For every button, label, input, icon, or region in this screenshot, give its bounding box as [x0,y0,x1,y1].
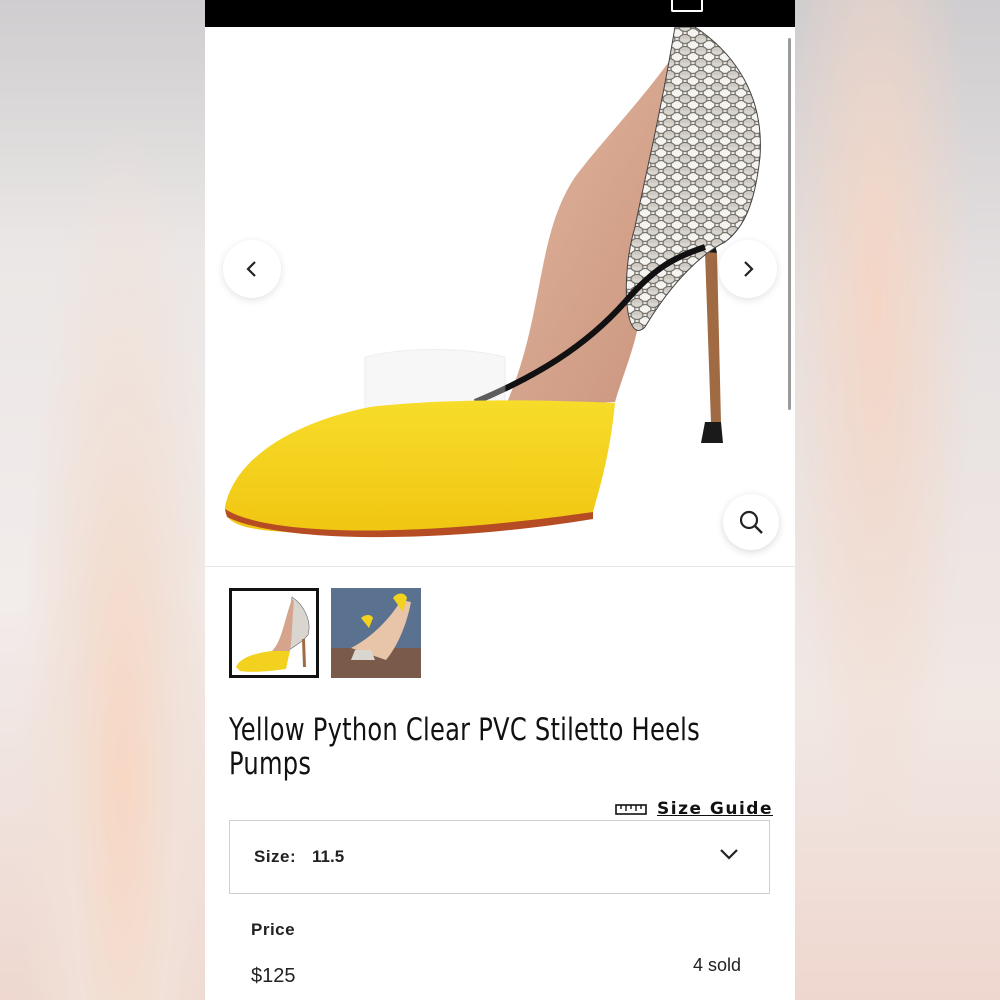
next-image-button[interactable] [719,240,777,298]
thumbnail-1[interactable] [229,588,319,678]
magnifier-icon [739,510,763,534]
phone-screen: Yellow Python Clear PVC Stiletto Heels P… [205,0,795,1000]
size-value: 11.5 [312,847,345,866]
previous-image-button[interactable] [223,240,281,298]
chevron-right-icon [744,261,754,277]
size-label: Size: [254,847,297,866]
cart-icon[interactable] [671,0,703,12]
blurred-background-left [0,0,205,1000]
divider [205,566,795,567]
zoom-button[interactable] [723,494,779,550]
product-image[interactable] [205,27,795,567]
chevron-down-icon [720,849,738,860]
thumbnail-2[interactable] [331,588,421,678]
price-label: Price [251,920,296,939]
size-guide-link[interactable]: Size Guide [615,799,773,819]
sold-count: 4 sold [693,955,742,975]
size-guide-label: Size Guide [657,799,773,819]
top-navigation-bar [205,0,795,27]
product-title: Yellow Python Clear PVC Stiletto Heels P… [229,712,700,782]
size-dropdown[interactable]: Size: 11.5 [229,820,770,894]
thumbnail-worn-image [331,588,421,678]
scrollbar[interactable] [788,38,791,410]
chevron-left-icon [246,261,256,277]
price-value: $125 [251,965,296,987]
ruler-icon [615,804,647,815]
blurred-background-right [795,0,1000,1000]
thumbnail-strip [229,588,421,678]
shoe-illustration [224,27,761,538]
thumbnail-shoe-image [232,591,316,675]
